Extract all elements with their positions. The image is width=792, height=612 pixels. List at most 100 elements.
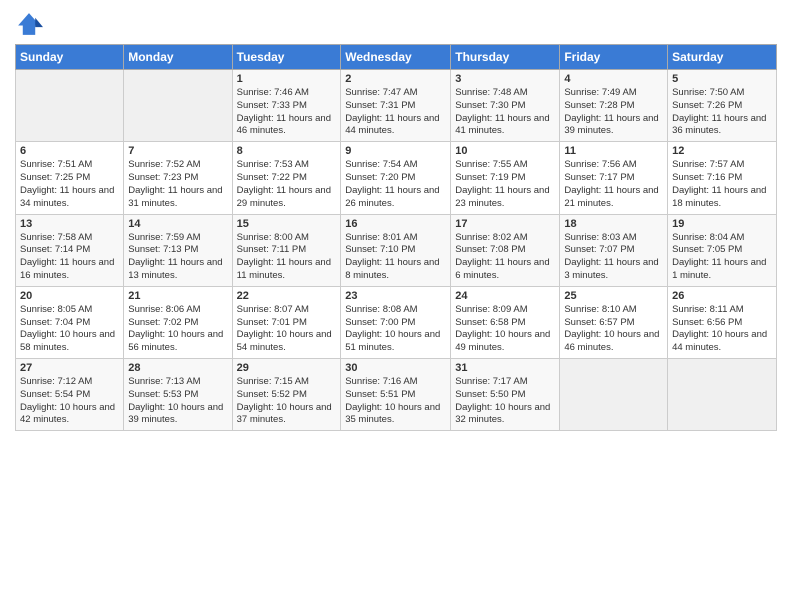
day-number: 5 — [672, 73, 772, 85]
calendar-day-14: 14 Sunrise: 7:59 AMSunset: 7:13 PMDayligh… — [124, 214, 232, 286]
header-saturday: Saturday — [668, 45, 777, 70]
day-number: 13 — [20, 218, 119, 230]
calendar-table: SundayMondayTuesdayWednesdayThursdayFrid… — [15, 44, 777, 431]
day-info: Sunrise: 7:58 AMSunset: 7:14 PMDaylight:… — [20, 232, 119, 283]
day-info: Sunrise: 7:47 AMSunset: 7:31 PMDaylight:… — [345, 87, 446, 138]
day-number: 11 — [564, 145, 663, 157]
day-info: Sunrise: 8:00 AMSunset: 7:11 PMDaylight:… — [237, 232, 337, 283]
day-info: Sunrise: 7:49 AMSunset: 7:28 PMDaylight:… — [564, 87, 663, 138]
day-info: Sunrise: 7:16 AMSunset: 5:51 PMDaylight:… — [345, 376, 446, 427]
calendar-week-row: 27 Sunrise: 7:12 AMSunset: 5:54 PMDayligh… — [16, 359, 777, 431]
calendar-day-29: 29Sunrise: 7:15 AMSunset: 5:52 PMDayligh… — [232, 359, 341, 431]
calendar-day-5: 5 Sunrise: 7:50 AMSunset: 7:26 PMDaylight… — [668, 70, 777, 142]
day-info: Sunrise: 8:11 AMSunset: 6:56 PMDaylight:… — [672, 304, 772, 355]
calendar-day-8: 8 Sunrise: 7:53 AMSunset: 7:22 PMDaylight… — [232, 142, 341, 214]
header-wednesday: Wednesday — [341, 45, 451, 70]
calendar-week-row: 20 Sunrise: 8:05 AMSunset: 7:04 PMDayligh… — [16, 286, 777, 358]
day-number: 15 — [237, 218, 337, 230]
day-info: Sunrise: 7:59 AMSunset: 7:13 PMDaylight:… — [128, 232, 227, 283]
calendar-day-3: 3Sunrise: 7:48 AMSunset: 7:30 PMDaylight… — [451, 70, 560, 142]
header-sunday: Sunday — [16, 45, 124, 70]
day-info: Sunrise: 7:50 AMSunset: 7:26 PMDaylight:… — [672, 87, 772, 138]
day-number: 7 — [128, 145, 227, 157]
day-info: Sunrise: 7:57 AMSunset: 7:16 PMDaylight:… — [672, 159, 772, 210]
day-number: 14 — [128, 218, 227, 230]
day-info: Sunrise: 8:07 AMSunset: 7:01 PMDaylight:… — [237, 304, 337, 355]
day-number: 8 — [237, 145, 337, 157]
day-info: Sunrise: 7:55 AMSunset: 7:19 PMDaylight:… — [455, 159, 555, 210]
day-info: Sunrise: 7:53 AMSunset: 7:22 PMDaylight:… — [237, 159, 337, 210]
calendar-day-22: 22 Sunrise: 8:07 AMSunset: 7:01 PMDayligh… — [232, 286, 341, 358]
header-friday: Friday — [560, 45, 668, 70]
calendar-empty-cell — [560, 359, 668, 431]
day-number: 18 — [564, 218, 663, 230]
header-tuesday: Tuesday — [232, 45, 341, 70]
day-info: Sunrise: 8:02 AMSunset: 7:08 PMDaylight:… — [455, 232, 555, 283]
header-thursday: Thursday — [451, 45, 560, 70]
day-number: 10 — [455, 145, 555, 157]
day-info: Sunrise: 7:12 AMSunset: 5:54 PMDaylight:… — [20, 376, 119, 427]
calendar-day-26: 26 Sunrise: 8:11 AMSunset: 6:56 PMDayligh… — [668, 286, 777, 358]
day-number: 28 — [128, 362, 227, 374]
day-info: Sunrise: 8:09 AMSunset: 6:58 PMDaylight:… — [455, 304, 555, 355]
page: SundayMondayTuesdayWednesdayThursdayFrid… — [0, 0, 792, 612]
calendar-empty-cell — [124, 70, 232, 142]
day-number: 19 — [672, 218, 772, 230]
calendar-day-10: 10 Sunrise: 7:55 AMSunset: 7:19 PMDayligh… — [451, 142, 560, 214]
day-info: Sunrise: 8:01 AMSunset: 7:10 PMDaylight:… — [345, 232, 446, 283]
day-info: Sunrise: 7:54 AMSunset: 7:20 PMDaylight:… — [345, 159, 446, 210]
day-number: 24 — [455, 290, 555, 302]
calendar-day-12: 12 Sunrise: 7:57 AMSunset: 7:16 PMDayligh… — [668, 142, 777, 214]
calendar-day-21: 21 Sunrise: 8:06 AMSunset: 7:02 PMDayligh… — [124, 286, 232, 358]
calendar-day-31: 31Sunrise: 7:17 AMSunset: 5:50 PMDayligh… — [451, 359, 560, 431]
calendar-day-25: 25 Sunrise: 8:10 AMSunset: 6:57 PMDayligh… — [560, 286, 668, 358]
calendar-week-row: 13 Sunrise: 7:58 AMSunset: 7:14 PMDayligh… — [16, 214, 777, 286]
day-info: Sunrise: 8:10 AMSunset: 6:57 PMDaylight:… — [564, 304, 663, 355]
calendar-day-30: 30 Sunrise: 7:16 AMSunset: 5:51 PMDayligh… — [341, 359, 451, 431]
calendar-day-20: 20 Sunrise: 8:05 AMSunset: 7:04 PMDayligh… — [16, 286, 124, 358]
calendar-day-19: 19 Sunrise: 8:04 AMSunset: 7:05 PMDayligh… — [668, 214, 777, 286]
day-info: Sunrise: 7:56 AMSunset: 7:17 PMDaylight:… — [564, 159, 663, 210]
calendar-day-2: 2 Sunrise: 7:47 AMSunset: 7:31 PMDaylight… — [341, 70, 451, 142]
calendar-day-9: 9 Sunrise: 7:54 AMSunset: 7:20 PMDaylight… — [341, 142, 451, 214]
day-number: 1 — [237, 73, 337, 85]
day-info: Sunrise: 7:17 AMSunset: 5:50 PMDaylight:… — [455, 376, 555, 427]
day-info: Sunrise: 7:46 AMSunset: 7:33 PMDaylight:… — [237, 87, 337, 138]
day-info: Sunrise: 7:48 AMSunset: 7:30 PMDaylight:… — [455, 87, 555, 138]
calendar-empty-cell — [668, 359, 777, 431]
day-number: 2 — [345, 73, 446, 85]
calendar-empty-cell — [16, 70, 124, 142]
calendar-day-7: 7Sunrise: 7:52 AMSunset: 7:23 PMDaylight… — [124, 142, 232, 214]
day-number: 23 — [345, 290, 446, 302]
day-number: 12 — [672, 145, 772, 157]
logo-icon — [15, 10, 43, 38]
day-info: Sunrise: 7:13 AMSunset: 5:53 PMDaylight:… — [128, 376, 227, 427]
calendar-day-1: 1 Sunrise: 7:46 AMSunset: 7:33 PMDaylight… — [232, 70, 341, 142]
calendar-day-27: 27 Sunrise: 7:12 AMSunset: 5:54 PMDayligh… — [16, 359, 124, 431]
day-info: Sunrise: 8:06 AMSunset: 7:02 PMDaylight:… — [128, 304, 227, 355]
day-number: 9 — [345, 145, 446, 157]
day-number: 4 — [564, 73, 663, 85]
calendar-day-16: 16 Sunrise: 8:01 AMSunset: 7:10 PMDayligh… — [341, 214, 451, 286]
day-number: 6 — [20, 145, 119, 157]
day-number: 26 — [672, 290, 772, 302]
calendar-week-row: 1 Sunrise: 7:46 AMSunset: 7:33 PMDaylight… — [16, 70, 777, 142]
calendar-day-17: 17Sunrise: 8:02 AMSunset: 7:08 PMDayligh… — [451, 214, 560, 286]
calendar-day-11: 11 Sunrise: 7:56 AMSunset: 7:17 PMDayligh… — [560, 142, 668, 214]
day-info: Sunrise: 7:15 AMSunset: 5:52 PMDaylight:… — [237, 376, 337, 427]
header-monday: Monday — [124, 45, 232, 70]
day-number: 16 — [345, 218, 446, 230]
day-info: Sunrise: 8:05 AMSunset: 7:04 PMDaylight:… — [20, 304, 119, 355]
day-number: 27 — [20, 362, 119, 374]
calendar-day-18: 18Sunrise: 8:03 AMSunset: 7:07 PMDayligh… — [560, 214, 668, 286]
calendar-day-23: 23Sunrise: 8:08 AMSunset: 7:00 PMDayligh… — [341, 286, 451, 358]
day-info: Sunrise: 8:04 AMSunset: 7:05 PMDaylight:… — [672, 232, 772, 283]
day-number: 22 — [237, 290, 337, 302]
day-number: 21 — [128, 290, 227, 302]
day-number: 25 — [564, 290, 663, 302]
calendar-day-15: 15 Sunrise: 8:00 AMSunset: 7:11 PMDayligh… — [232, 214, 341, 286]
calendar-day-4: 4 Sunrise: 7:49 AMSunset: 7:28 PMDaylight… — [560, 70, 668, 142]
day-number: 30 — [345, 362, 446, 374]
day-number: 20 — [20, 290, 119, 302]
calendar-day-6: 6Sunrise: 7:51 AMSunset: 7:25 PMDaylight… — [16, 142, 124, 214]
